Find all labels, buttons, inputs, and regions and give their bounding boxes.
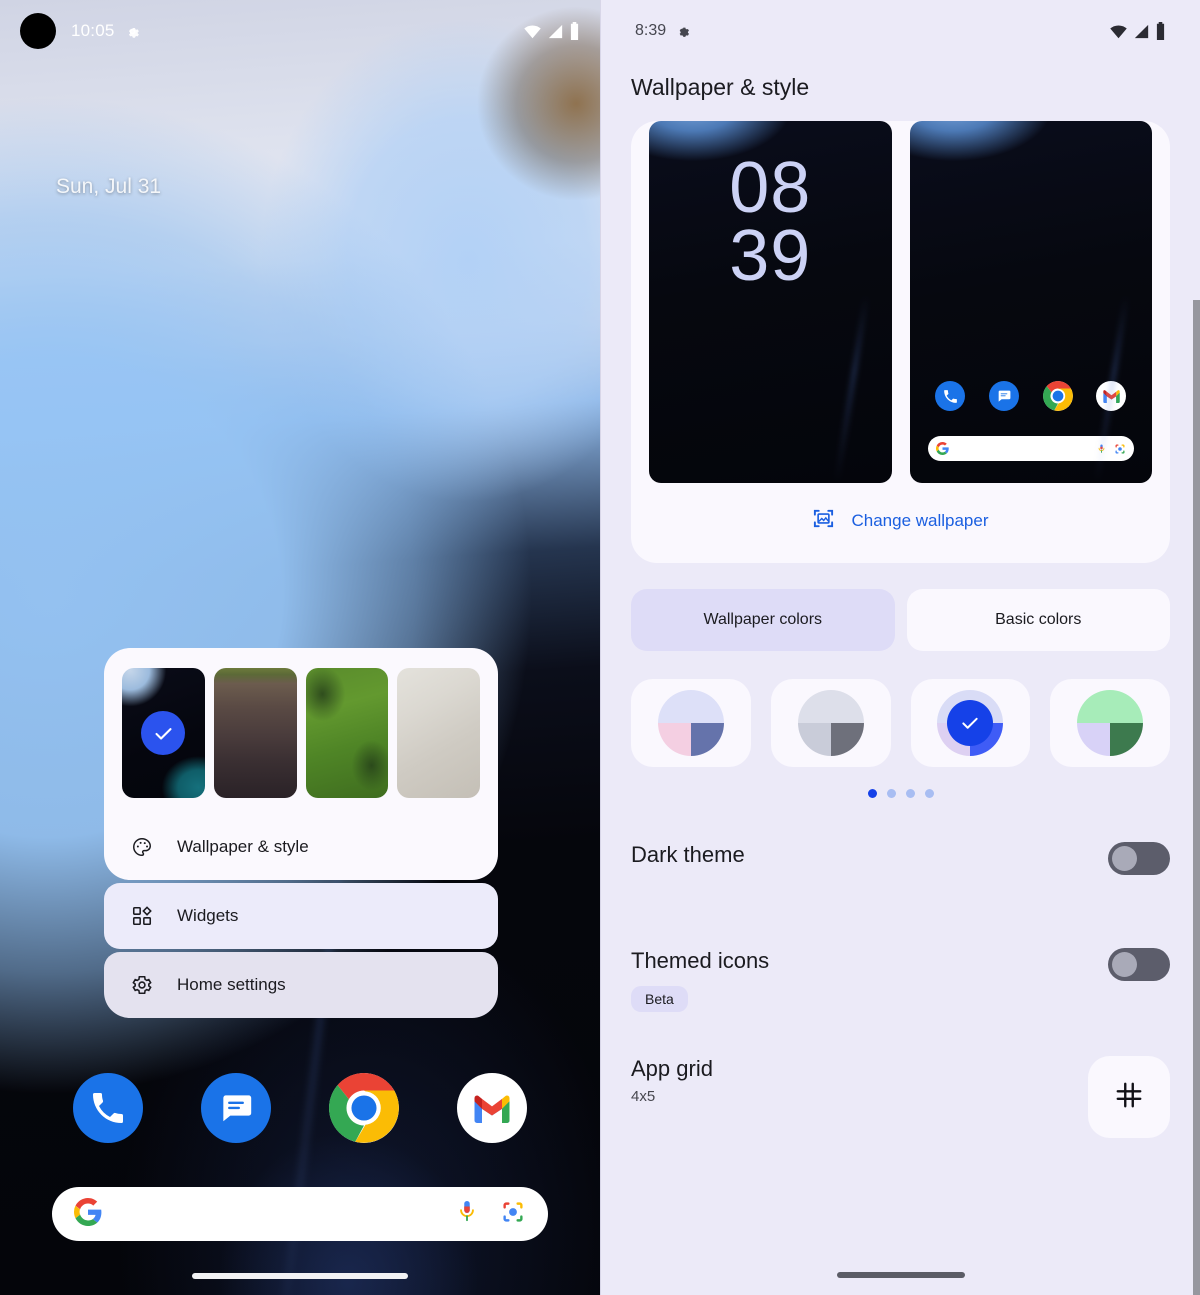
status-bar-right: 8:39 <box>601 0 1200 62</box>
swatch-green[interactable] <box>1050 679 1170 767</box>
color-swatch-row <box>631 679 1170 767</box>
preview-card: 08 39 Change wallpaper <box>631 121 1170 563</box>
signal-icon <box>548 24 563 38</box>
status-time: 10:05 <box>71 21 115 40</box>
signal-icon <box>1134 24 1149 38</box>
status-time: 8:39 <box>635 22 667 39</box>
page-indicator-dots <box>601 789 1200 798</box>
camera-punch-hole <box>20 13 56 49</box>
lock-screen-date: Sun, Jul 31 <box>56 175 162 198</box>
home-screen-panel: 10:05 Sun, Jul 31 Wallpaper & style Widg… <box>0 0 600 1295</box>
gmail-app-icon <box>1096 381 1127 411</box>
vertical-scrollbar[interactable] <box>1193 300 1200 1295</box>
clock-hours: 08 <box>729 148 812 228</box>
page-dot[interactable] <box>886 789 896 798</box>
preview-clock: 08 39 <box>649 148 892 296</box>
setting-dark-theme[interactable]: Dark theme <box>631 798 1170 904</box>
clock-minutes: 39 <box>729 215 812 296</box>
microphone-icon[interactable] <box>456 1199 478 1230</box>
page-title: Wallpaper & style <box>631 74 810 100</box>
phone-app-icon <box>935 381 966 411</box>
gear-icon <box>675 23 691 39</box>
wifi-icon <box>1110 24 1127 38</box>
preview-dock <box>910 381 1153 411</box>
google-lens-icon[interactable] <box>500 1199 526 1230</box>
setting-themed-icons[interactable]: Themed icons Beta <box>631 904 1170 1012</box>
check-icon <box>141 711 186 755</box>
wallpaper-style-card[interactable]: Wallpaper & style <box>104 648 498 880</box>
grid-icon <box>1114 1080 1144 1115</box>
wallpaper-thumb-white-sand-texture[interactable] <box>397 668 480 798</box>
beta-badge: Beta <box>631 986 688 1012</box>
setting-app-grid[interactable]: App grid 4x5 <box>631 1012 1170 1138</box>
chrome-app-icon <box>1042 381 1073 411</box>
page-dot[interactable] <box>905 789 915 798</box>
setting-label: App grid <box>631 1056 713 1081</box>
battery-icon <box>1156 22 1165 40</box>
tab-label: Wallpaper colors <box>703 611 823 628</box>
gear-icon <box>130 973 154 997</box>
widgets-icon <box>130 904 154 928</box>
palette-icon <box>130 835 154 859</box>
app-grid-value: 4x5 <box>631 1088 656 1105</box>
menu-item-home-settings[interactable]: Home settings <box>104 952 498 1018</box>
setting-label: Themed icons <box>631 948 770 973</box>
app-dock <box>0 1073 600 1143</box>
google-logo-icon <box>935 442 949 455</box>
gesture-nav-bar-right[interactable] <box>836 1272 965 1278</box>
image-icon <box>812 507 835 535</box>
home-long-press-popup: Wallpaper & style Widgets Home settings <box>104 648 498 1018</box>
tab-label: Basic colors <box>995 611 1082 628</box>
chrome-app-icon[interactable] <box>329 1073 399 1143</box>
status-icons-left <box>523 22 580 40</box>
wifi-icon <box>524 24 541 38</box>
messages-app-icon[interactable] <box>201 1073 271 1143</box>
google-search-bar[interactable] <box>52 1187 548 1241</box>
wallpaper-thumb-abstract-blue-black[interactable] <box>122 668 205 798</box>
wallpaper-style-settings-panel: 8:39 Wallpaper & style 08 39 Change wall… <box>600 0 1200 1295</box>
menu-item-widgets[interactable]: Widgets <box>104 883 498 949</box>
page-dot[interactable] <box>867 789 877 798</box>
status-icons-right <box>1109 22 1166 40</box>
wallpaper-thumb-green-fields[interactable] <box>305 668 389 798</box>
check-icon <box>947 700 994 746</box>
gesture-nav-bar-left[interactable] <box>192 1273 408 1279</box>
home-screen-preview[interactable] <box>909 121 1153 483</box>
change-wallpaper-label: Change wallpaper <box>851 511 989 530</box>
themed-icons-toggle[interactable] <box>1108 948 1170 981</box>
swatch-lavender-pink[interactable] <box>631 679 751 767</box>
messages-app-icon <box>988 381 1019 411</box>
change-wallpaper-button[interactable]: Change wallpaper <box>631 483 1170 551</box>
swatch-gray[interactable] <box>770 679 891 767</box>
menu-item-wallpaper-style[interactable]: Wallpaper & style <box>104 814 498 880</box>
tab-basic-colors[interactable]: Basic colors <box>906 589 1170 651</box>
menu-label-wallpaper-style: Wallpaper & style <box>177 837 309 856</box>
gear-icon <box>124 23 141 40</box>
google-lens-icon <box>1115 444 1125 453</box>
battery-icon <box>570 22 579 40</box>
wallpaper-thumb-rocky-cliff[interactable] <box>213 668 297 798</box>
phone-app-icon[interactable] <box>73 1073 143 1143</box>
preview-search-bar <box>927 436 1134 461</box>
color-source-tabs: Wallpaper colors Basic colors <box>631 589 1170 651</box>
lock-screen-preview[interactable]: 08 39 <box>649 121 892 483</box>
menu-label-home-settings: Home settings <box>177 975 286 994</box>
google-logo-icon <box>73 1197 102 1231</box>
page-dot[interactable] <box>924 789 934 798</box>
menu-label-widgets: Widgets <box>177 906 239 925</box>
app-grid-button[interactable] <box>1088 1056 1170 1138</box>
swatch-blue[interactable] <box>910 679 1031 767</box>
setting-label: Dark theme <box>631 842 745 867</box>
status-bar-left: 10:05 <box>0 0 600 62</box>
wallpaper-thumbnail-row <box>104 648 498 814</box>
gmail-app-icon[interactable] <box>457 1073 527 1143</box>
tab-wallpaper-colors[interactable]: Wallpaper colors <box>631 589 895 651</box>
microphone-icon <box>1098 444 1105 453</box>
dark-theme-toggle[interactable] <box>1108 842 1170 875</box>
